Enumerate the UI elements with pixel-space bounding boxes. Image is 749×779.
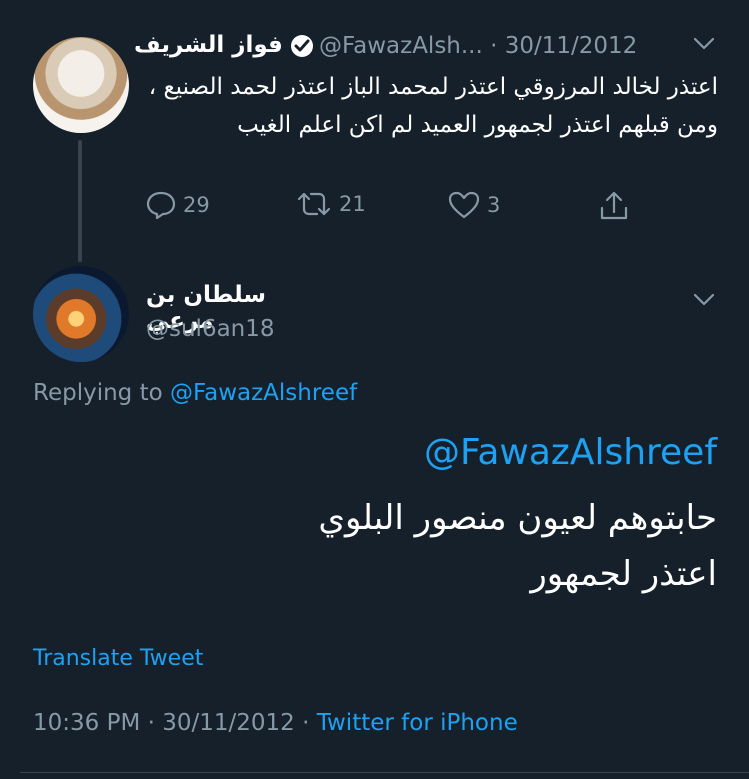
thread-connector-line [78,140,82,262]
verified-badge-icon [291,35,313,57]
reply-tweet-text: حابتوهم لعيون منصور البلوي اعتذر لجمهور [117,490,717,602]
parent-tweet-header: فواز الشريف @FawazAlsh... · 30/11/2012 [134,28,719,66]
like-icon [448,191,480,219]
replying-to-link[interactable]: @FawazAlshreef [170,380,357,406]
mention-link[interactable]: @FawazAlshreef [424,432,717,473]
parent-avatar[interactable] [33,37,129,133]
divider [20,772,749,773]
parent-display-name[interactable]: فواز الشريف [134,32,283,58]
like-count: 3 [487,193,501,217]
chevron-down-icon[interactable] [693,36,715,55]
chevron-down-icon[interactable] [693,292,715,311]
replying-to-line: Replying to @FawazAlshreef [33,380,357,406]
share-button[interactable] [597,190,637,222]
translate-tweet-link[interactable]: Translate Tweet [33,646,203,671]
tweet-actions-bar: 29 21 3 [145,190,645,220]
source-link[interactable]: Twitter for iPhone [317,710,518,736]
retweet-count: 21 [339,192,366,216]
reply-text-line-2: اعتذر لجمهور [530,554,717,594]
reply-text-line-1: حابتوهم لعيون منصور البلوي [318,498,717,538]
parent-handle-date[interactable]: @FawazAlsh... · 30/11/2012 [319,33,637,59]
reply-icon [146,191,176,220]
reply-avatar[interactable] [33,266,129,362]
like-button[interactable]: 3 [447,190,500,220]
reply-handle[interactable]: @sul6an18 [146,316,275,342]
share-icon [600,191,628,220]
replying-prefix: Replying to [33,380,170,406]
retweet-button[interactable]: 21 [295,190,366,218]
timestamp: 10:36 PM · 30/11/2012 · [33,710,317,736]
reply-button[interactable]: 29 [145,190,210,220]
parent-tweet-text: اعتذر لخالد المرزوقي اعتذر لمحمد الباز ا… [148,74,718,138]
reply-count: 29 [183,193,210,217]
tweet-meta: 10:36 PM · 30/11/2012 · Twitter for iPho… [33,710,518,736]
retweet-icon [297,192,331,216]
